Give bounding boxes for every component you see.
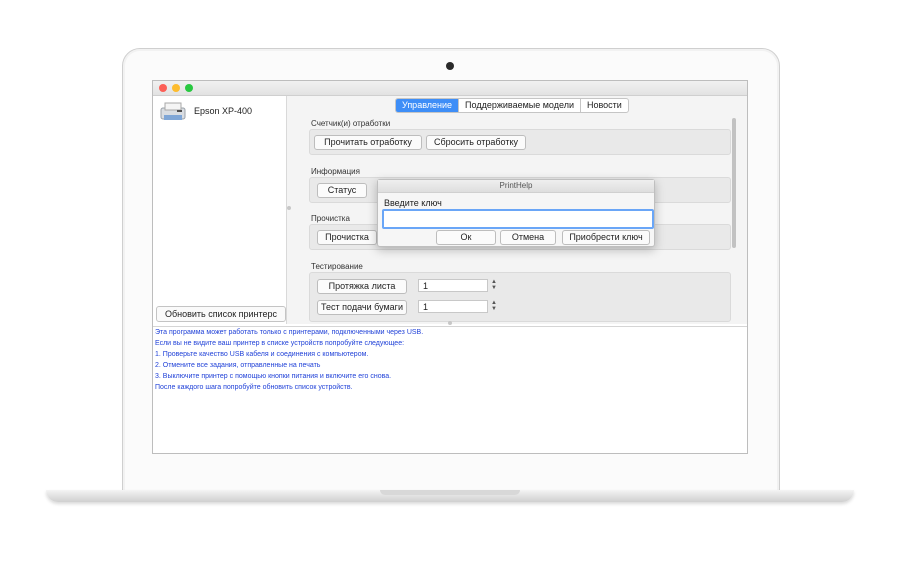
paper-feed-test-button[interactable]: Тест подачи бумаги [317,300,407,315]
counters-label: Счетчик(и) отработки [311,119,391,128]
info-line: 2. Отмените все задания, отправленные на… [155,362,321,369]
tab-news[interactable]: Новости [581,99,628,112]
info-line: После каждого шага попробуйте обновить с… [155,384,353,391]
ok-button[interactable]: Ок [436,230,496,245]
split-handle-icon[interactable] [287,206,291,210]
app-window: Epson XP-400 Обновить список принтерс Уп… [152,80,748,454]
laptop-notch [380,490,520,495]
reset-counter-button[interactable]: Сбросить отработку [426,135,526,150]
counters-group: Прочитать отработку Сбросить отработку [309,129,731,155]
zoom-window-icon[interactable] [185,84,193,92]
tab-supported-models[interactable]: Поддерживаемые модели [459,99,581,112]
dialog-prompt: Введите ключ [384,198,442,208]
printer-list: Epson XP-400 Обновить список принтерс [153,96,287,324]
info-line: 1. Проверьте качество USB кабеля и соеди… [155,351,369,358]
information-label: Информация [311,167,360,176]
tab-bar: Управление Поддерживаемые модели Новости [395,98,629,113]
paper-feed-test-count-input[interactable]: 1 [418,300,488,313]
main-scrollbar[interactable] [732,118,736,248]
info-line: Эта программа может работать только с пр… [155,329,424,336]
cancel-button[interactable]: Отмена [500,230,556,245]
info-line: 3. Выключите принтер с помощью кнопки пи… [155,373,392,380]
info-line: Если вы не видите ваш принтер в списке у… [155,340,405,347]
refresh-printers-button[interactable]: Обновить список принтерс [156,306,286,322]
printer-name: Epson XP-400 [194,106,253,116]
webcam [446,62,454,70]
testing-label: Тестирование [311,262,363,271]
paper-feed-stepper-icon[interactable]: ▲ ▼ [491,279,497,291]
dialog-title: PrintHelp [378,180,654,193]
buy-key-button[interactable]: Приобрести ключ [562,230,650,245]
paper-feed-test-stepper-icon[interactable]: ▲ ▼ [491,300,497,312]
tab-management[interactable]: Управление [396,99,460,112]
close-window-icon[interactable] [159,84,167,92]
status-button[interactable]: Статус [317,183,367,198]
license-key-input[interactable] [382,209,654,229]
read-counter-button[interactable]: Прочитать отработку [314,135,422,150]
paper-feed-button[interactable]: Протяжка листа [317,279,407,294]
cleaning-button[interactable]: Прочистка [317,230,377,245]
cleaning-label: Прочистка [311,214,350,223]
printer-list-item[interactable]: Epson XP-400 [156,98,284,126]
printer-icon [160,102,186,120]
paper-feed-count-input[interactable]: 1 [418,279,488,292]
minimize-window-icon[interactable] [172,84,180,92]
license-dialog: PrintHelp Введите ключ Ок Отмена Приобре… [377,179,655,247]
info-panel: Эта программа может работать только с пр… [153,326,747,453]
window-titlebar [153,81,747,96]
testing-group: Протяжка листа 1 ▲ ▼ Тест подачи бумаги 1… [309,272,731,322]
split-handle-icon[interactable] [448,321,452,325]
